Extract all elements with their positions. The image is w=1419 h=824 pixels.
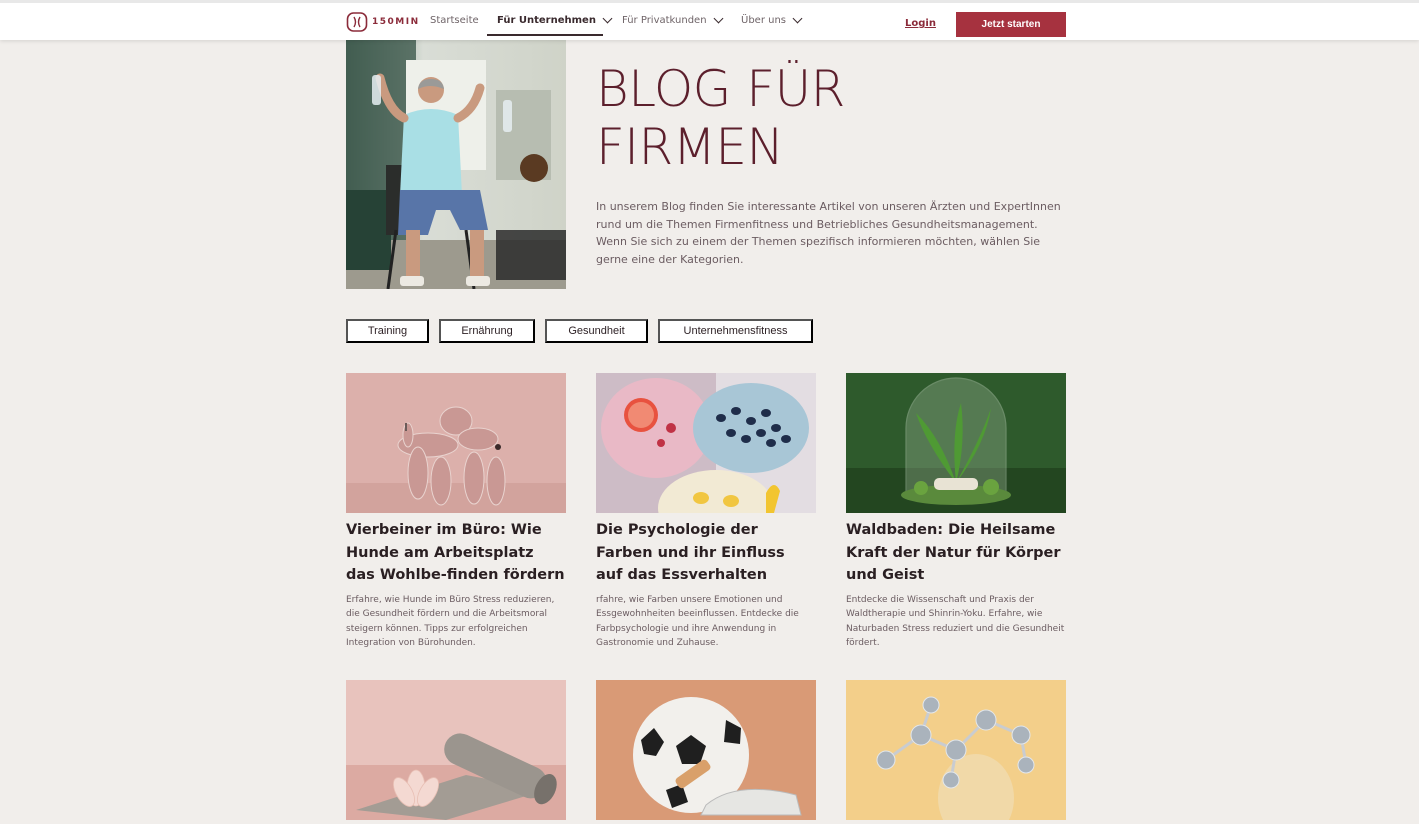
page-title-line-2: FIRMEN bbox=[596, 118, 784, 176]
logo[interactable]: 150MIN bbox=[346, 11, 420, 33]
logo-text: 150MIN bbox=[372, 17, 420, 27]
logo-icon bbox=[346, 12, 368, 32]
chevron-down-icon bbox=[792, 13, 803, 24]
article-card[interactable]: Waldbaden: Die Heilsame Kraft der Natur … bbox=[846, 373, 1066, 651]
nav-fuer-privatkunden[interactable]: Für Privatkunden bbox=[622, 13, 723, 26]
jetzt-starten-button[interactable]: Jetzt starten bbox=[956, 12, 1066, 37]
nav-ueber-uns[interactable]: Über uns bbox=[741, 13, 803, 26]
article-title[interactable]: Vierbeiner im Büro: Wie Hunde am Arbeits… bbox=[346, 519, 566, 587]
nav-fuer-privatkunden-label: Für Privatkunden bbox=[622, 15, 707, 26]
nav-fuer-unternehmen[interactable]: Für Unternehmen bbox=[497, 13, 613, 26]
nav-startseite-label: Startseite bbox=[430, 15, 479, 26]
page-title: BLOG FÜR FIRMEN bbox=[596, 60, 845, 176]
top-navigation: 150MIN Startseite Für Unternehmen Für Pr… bbox=[0, 0, 1419, 40]
category-ernaehrung[interactable]: Ernährung bbox=[439, 319, 535, 343]
chevron-down-icon bbox=[713, 13, 723, 24]
category-gesundheit[interactable]: Gesundheit bbox=[545, 319, 648, 343]
article-image-molecule[interactable] bbox=[846, 680, 1066, 820]
article-description: Erfahre, wie Hunde im Büro Stress reduzi… bbox=[346, 594, 555, 649]
page-title-line-1: BLOG FÜR bbox=[596, 60, 845, 118]
article-card[interactable]: Vierbeiner im Büro: Wie Hunde am Arbeits… bbox=[346, 373, 566, 651]
active-nav-indicator bbox=[487, 34, 603, 36]
nav-startseite[interactable]: Startseite bbox=[430, 15, 479, 26]
hero-image bbox=[346, 40, 566, 289]
article-image-yoga-mat[interactable] bbox=[346, 680, 566, 820]
article-image-colored-plates[interactable] bbox=[596, 373, 816, 513]
article-image-balloon-dog[interactable] bbox=[346, 373, 566, 513]
article-image-football[interactable] bbox=[596, 680, 816, 820]
category-unternehmensfitness[interactable]: Unternehmensfitness bbox=[658, 319, 813, 343]
article-title[interactable]: Die Psychologie der Farben und ihr Einfl… bbox=[596, 519, 816, 587]
chevron-down-icon bbox=[602, 13, 613, 24]
login-link[interactable]: Login bbox=[905, 18, 936, 29]
article-title[interactable]: Waldbaden: Die Heilsame Kraft der Natur … bbox=[846, 519, 1066, 587]
article-image-terrarium[interactable] bbox=[846, 373, 1066, 513]
article-description: rfahre, wie Farben unsere Emotionen und … bbox=[596, 594, 799, 649]
article-description: Entdecke die Wissenschaft und Praxis der… bbox=[846, 594, 1065, 649]
nav-ueber-uns-label: Über uns bbox=[741, 15, 786, 26]
category-training[interactable]: Training bbox=[346, 319, 429, 343]
nav-fuer-unternehmen-label: Für Unternehmen bbox=[497, 15, 596, 26]
intro-text: In unserem Blog finden Sie interessante … bbox=[596, 200, 1061, 266]
article-card[interactable]: Die Psychologie der Farben und ihr Einfl… bbox=[596, 373, 816, 651]
